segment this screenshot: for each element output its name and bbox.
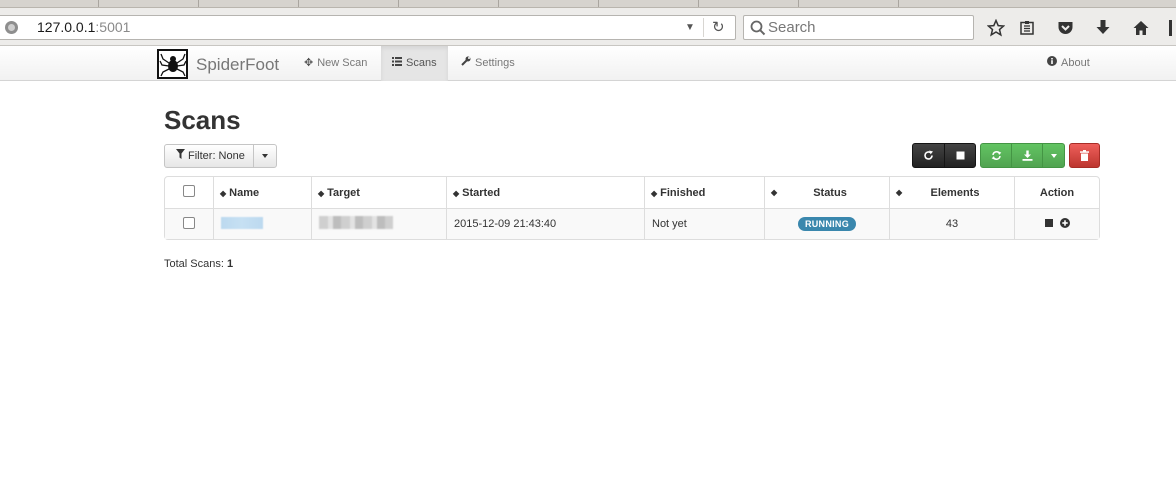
sort-icon: ◆ [771,188,778,197]
delete-button[interactable] [1069,143,1100,168]
scan-elements-cell: 43 [889,208,1014,239]
overflow-icon[interactable] [1166,17,1176,39]
page-title: Scans [164,105,241,135]
globe-icon [5,21,18,34]
header-elements[interactable]: ◆ Elements [889,177,1014,208]
plus-circle-icon[interactable] [1059,218,1070,228]
scan-name-cell[interactable] [213,208,311,239]
filter-icon [176,145,185,167]
select-all-checkbox[interactable] [183,185,195,197]
table-header-row: ◆ Name ◆ Target ◆ Started ◆ Finished ◆ Status… [165,177,1099,208]
nav-scans-label: Scans [406,57,437,69]
nav-about-label: About [1061,57,1090,69]
chevron-down-icon [261,154,268,158]
info-icon [1047,46,1057,81]
download-icon[interactable] [1092,17,1114,39]
stop-icon [956,151,964,160]
search-icon [750,20,766,36]
total-scans: Total Scans: 1 [164,258,233,270]
total-scans-label: Total Scans: [164,258,224,270]
filter-dropdown[interactable]: Filter: None [164,144,277,168]
filter-caret-button[interactable] [254,145,276,167]
header-status[interactable]: ◆ Status [764,177,889,208]
header-target[interactable]: ◆ Target [311,177,446,208]
download-icon [1022,150,1032,161]
stop-all-button[interactable] [944,143,976,168]
sort-icon: ◆ [318,188,325,198]
nav-scans[interactable]: Scans [381,46,448,81]
spider-logo-icon[interactable] [157,49,188,79]
scan-target-cell [311,208,446,239]
bookmark-star-icon[interactable] [985,17,1007,39]
header-action: Action [1014,177,1099,208]
scan-name-link-redacted[interactable] [221,216,263,229]
row-select-cell [165,208,213,239]
nav-new-scan[interactable]: ✥ New Scan [293,46,378,81]
rerun-button[interactable] [980,143,1012,168]
stop-scan-icon[interactable] [1044,219,1053,227]
nav-settings-label: Settings [475,57,515,69]
url-bar[interactable]: 127.0.0.1:5001 ▼ ↻ [0,15,736,40]
url-dropdown-icon[interactable]: ▼ [685,16,695,39]
scans-table: ◆ Name ◆ Target ◆ Started ◆ Finished ◆ Status… [164,176,1100,240]
sort-icon: ◆ [896,188,903,197]
repeat-icon [991,151,1001,160]
scan-status-cell: RUNNING [764,208,889,239]
sort-icon: ◆ [651,188,658,198]
nav-settings[interactable]: Settings [450,46,526,81]
pocket-icon[interactable] [1054,17,1076,39]
sort-icon: ◆ [453,188,460,198]
browser-search-box[interactable] [743,15,974,40]
url-text: 127.0.0.1:5001 [37,19,131,35]
home-icon[interactable] [1130,17,1152,39]
reload-icon[interactable]: ↻ [712,16,725,39]
table-row[interactable]: 2015-12-09 21:43:40 Not yet RUNNING 43 [165,208,1099,239]
nav-new-scan-label: New Scan [317,57,368,69]
browser-tab-strip [0,0,1176,8]
nav-about[interactable]: About [1036,46,1101,81]
header-started[interactable]: ◆ Started [446,177,644,208]
header-name[interactable]: ◆ Name [213,177,311,208]
filter-button[interactable]: Filter: None [165,145,254,167]
refresh-icon [924,150,933,160]
move-icon: ✥ [304,57,314,69]
scan-action-cell [1014,208,1099,239]
site-navbar: SpiderFoot ✥ New Scan Scans Settings Abo… [0,46,1176,81]
row-checkbox[interactable] [183,216,195,229]
status-badge: RUNNING [797,217,857,231]
select-all-header [165,177,213,208]
scan-target-redacted [319,216,393,229]
chevron-down-icon [1050,153,1057,158]
brand-name[interactable]: SpiderFoot [196,55,279,75]
export-button[interactable] [1011,143,1043,168]
wrench-icon [461,46,471,81]
filter-label: Filter: None [188,150,245,162]
reading-list-icon[interactable] [1016,17,1038,39]
trash-icon [1080,150,1089,161]
sort-icon: ◆ [220,188,227,198]
header-finished[interactable]: ◆ Finished [644,177,764,208]
total-scans-value: 1 [226,258,234,270]
browser-toolbar: 127.0.0.1:5001 ▼ ↻ [0,8,1176,46]
search-input[interactable] [768,18,968,37]
refresh-button[interactable] [912,143,945,168]
scan-finished-cell: Not yet [644,208,764,239]
list-icon [392,46,402,81]
export-dropdown-button[interactable] [1042,143,1065,168]
scan-started-cell: 2015-12-09 21:43:40 [446,208,644,239]
